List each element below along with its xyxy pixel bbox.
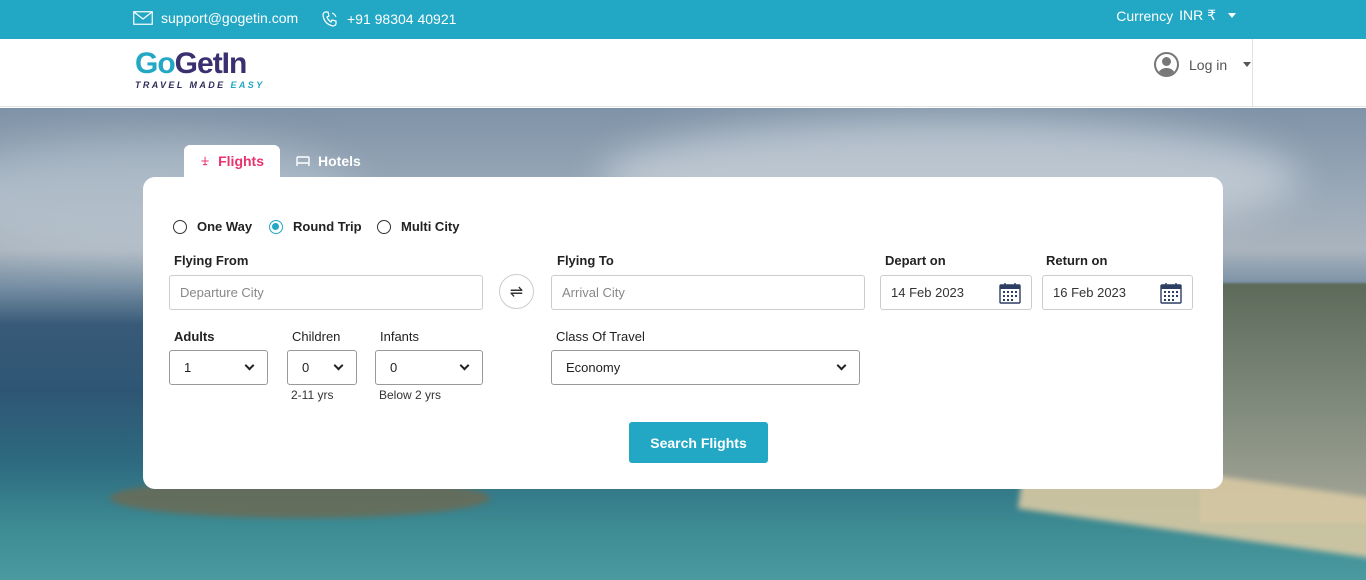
- tab-hotels[interactable]: Hotels: [280, 145, 377, 177]
- login-label: Log in: [1189, 56, 1228, 73]
- radio-multi-city[interactable]: [377, 219, 391, 234]
- swap-cities-button[interactable]: ⇌: [499, 274, 534, 309]
- calendar-icon[interactable]: [1160, 282, 1182, 304]
- arrival-city-placeholder: Arrival City: [562, 285, 625, 300]
- login-menu[interactable]: Log in: [1154, 52, 1252, 77]
- site-header: GoGetIn TRAVEL MADE EASY Log in: [0, 39, 1366, 107]
- logo-tagline: TRAVEL MADE: [135, 80, 231, 90]
- class-of-travel-label: Class Of Travel: [556, 329, 645, 344]
- currency-value: INR ₹: [1179, 7, 1216, 23]
- chevron-down-icon: [836, 360, 847, 371]
- adults-value: 1: [184, 360, 192, 375]
- adults-label: Adults: [174, 329, 215, 344]
- user-avatar-icon: [1154, 52, 1179, 77]
- swap-icon: ⇌: [509, 283, 524, 301]
- chevron-down-icon: [244, 360, 255, 371]
- trip-type-label: One Way: [197, 219, 253, 234]
- logo-tagline-accent: EASY: [230, 80, 265, 90]
- radio-one-way[interactable]: [173, 219, 187, 234]
- support-email-text: support@gogetin.com: [161, 10, 299, 26]
- trip-type-round-trip[interactable]: Round Trip: [269, 219, 362, 234]
- chevron-down-icon: [1228, 13, 1236, 18]
- radio-round-trip[interactable]: [269, 219, 283, 234]
- adults-select[interactable]: 1: [169, 350, 268, 385]
- arrival-city-input[interactable]: Arrival City: [551, 275, 865, 310]
- logo-getin: GetIn: [174, 47, 248, 80]
- support-email[interactable]: support@gogetin.com: [133, 10, 298, 26]
- currency-selector[interactable]: Currency INR ₹: [1116, 7, 1236, 24]
- infants-label: Infants: [380, 329, 420, 344]
- infants-select[interactable]: 0: [375, 350, 483, 385]
- header-divider: [1252, 39, 1253, 107]
- trip-type-label: Round Trip: [293, 219, 362, 234]
- flying-to-label: Flying To: [557, 253, 614, 268]
- class-of-travel-value: Economy: [566, 360, 621, 375]
- depart-date-input[interactable]: 14 Feb 2023: [880, 275, 1032, 310]
- search-tabs: Flights Hotels: [184, 145, 377, 177]
- calendar-icon[interactable]: [999, 282, 1021, 304]
- infants-age-hint: Below 2 yrs: [379, 388, 442, 402]
- logo-go: Go: [135, 47, 176, 80]
- trip-type-one-way[interactable]: One Way: [173, 219, 252, 234]
- tab-hotels-label: Hotels: [318, 153, 361, 169]
- bed-icon: [296, 156, 310, 166]
- children-age-hint: 2-11 yrs: [291, 388, 334, 402]
- envelope-icon: [133, 11, 153, 25]
- support-phone[interactable]: +91 98304 40921: [321, 10, 456, 28]
- airplane-icon: [201, 156, 209, 166]
- tab-flights-label: Flights: [218, 153, 264, 169]
- tab-flights[interactable]: Flights: [184, 145, 280, 177]
- phone-icon: [322, 11, 337, 27]
- return-date-input[interactable]: 16 Feb 2023: [1042, 275, 1193, 310]
- gogetin-logo[interactable]: GoGetIn TRAVEL MADE EASY: [135, 47, 265, 91]
- children-select[interactable]: 0: [287, 350, 357, 385]
- depart-on-label: Depart on: [885, 253, 946, 268]
- chevron-down-icon: [1243, 62, 1252, 67]
- return-on-label: Return on: [1046, 253, 1108, 268]
- flight-search-form: One Way Round Trip Multi City Flying Fro…: [143, 177, 1223, 489]
- departure-city-placeholder: Departure City: [180, 285, 264, 300]
- children-label: Children: [292, 329, 341, 344]
- top-contact-bar: support@gogetin.com +91 98304 40921 Curr…: [0, 0, 1366, 39]
- class-of-travel-select[interactable]: Economy: [551, 350, 860, 385]
- chevron-down-icon: [333, 360, 344, 371]
- children-value: 0: [302, 360, 310, 375]
- chevron-down-icon: [459, 360, 470, 371]
- return-date-value: 16 Feb 2023: [1053, 285, 1127, 300]
- search-flights-button[interactable]: Search Flights: [629, 422, 768, 463]
- depart-date-value: 14 Feb 2023: [891, 285, 965, 300]
- trip-type-label: Multi City: [401, 219, 460, 234]
- departure-city-input[interactable]: Departure City: [169, 275, 483, 310]
- infants-value: 0: [390, 360, 398, 375]
- flying-from-label: Flying From: [174, 253, 249, 268]
- support-phone-text: +91 98304 40921: [347, 11, 457, 27]
- currency-label: Currency: [1116, 7, 1174, 24]
- trip-type-multi-city[interactable]: Multi City: [377, 219, 460, 234]
